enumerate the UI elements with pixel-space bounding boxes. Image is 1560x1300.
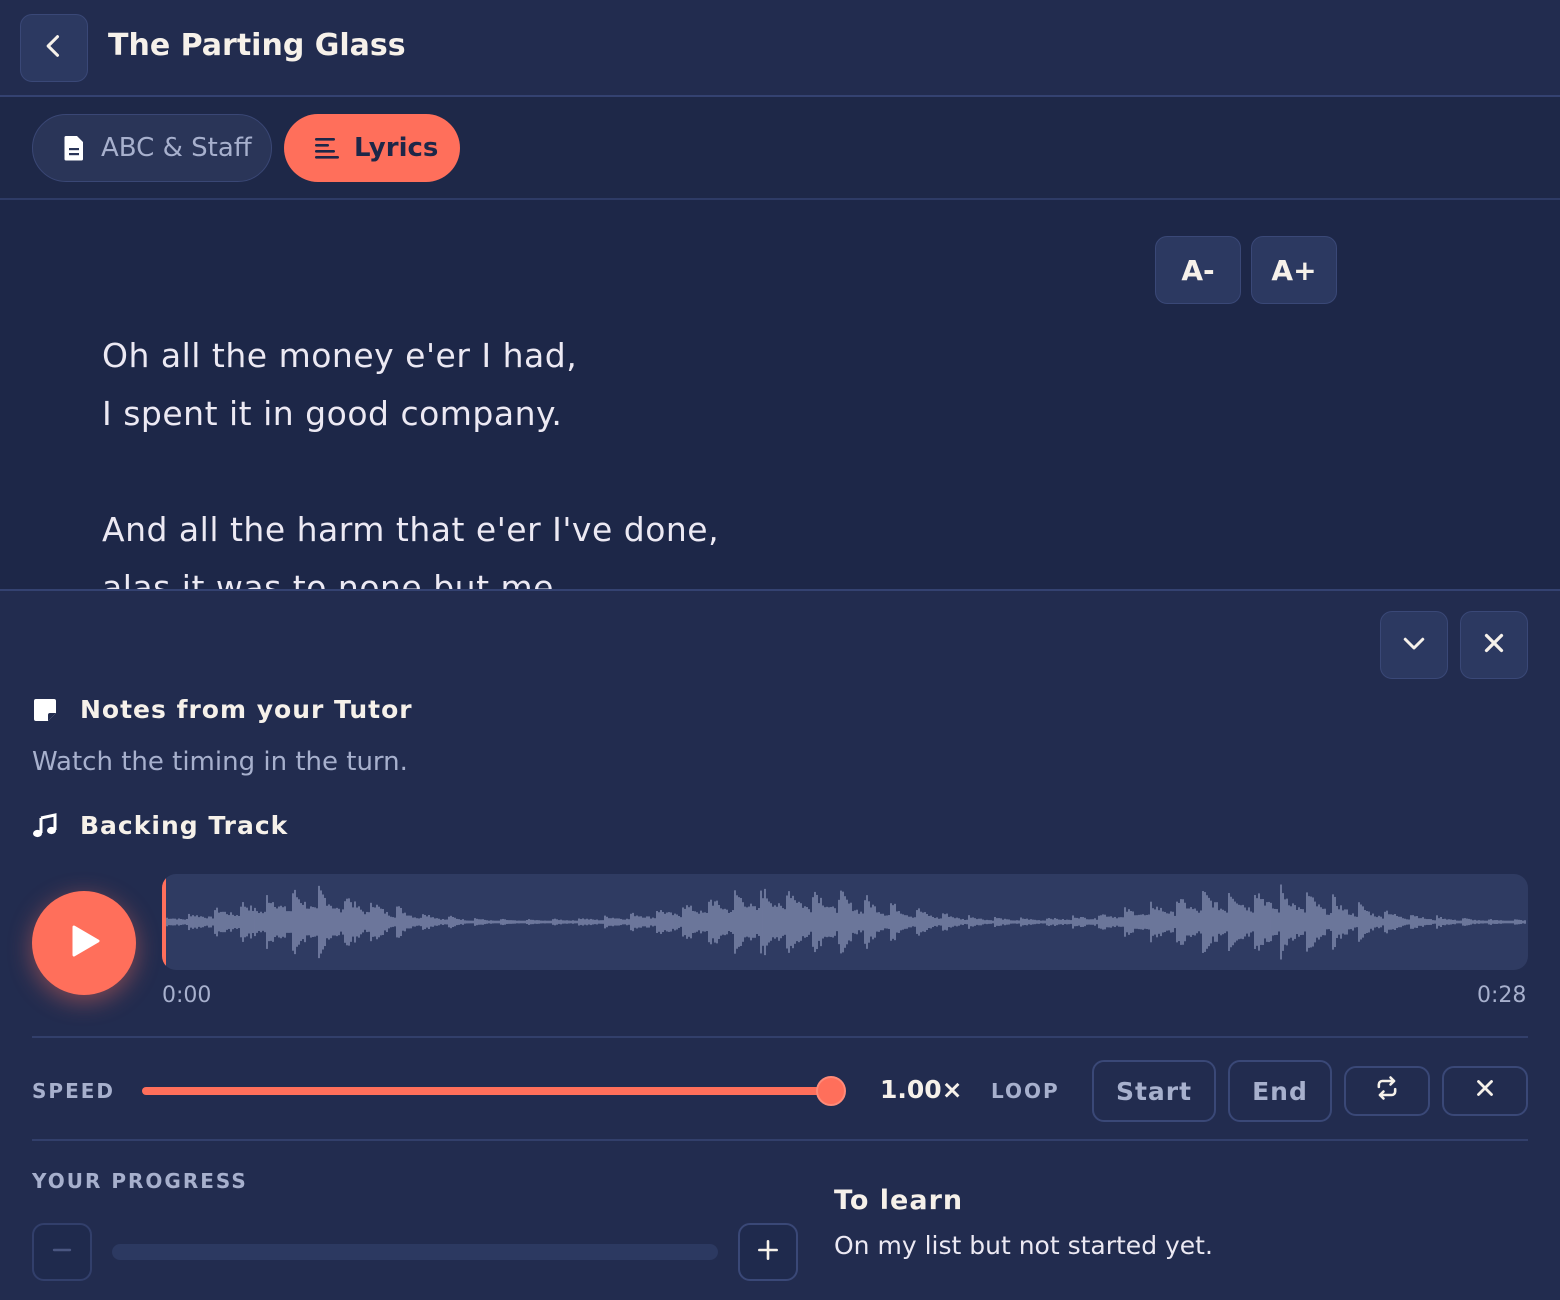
lyric-line: I spent it in good company. — [102, 394, 563, 433]
track-duration: 0:28 — [1477, 983, 1527, 1008]
font-decrease-button[interactable]: A- — [1155, 236, 1241, 304]
divider — [32, 1139, 1528, 1141]
chevron-left-icon — [40, 32, 68, 64]
progress-increase-button[interactable] — [738, 1223, 798, 1281]
lyric-line: And all the harm that e'er I've done, — [102, 510, 720, 549]
speed-slider-track[interactable] — [142, 1087, 832, 1095]
tutor-note-text: Watch the timing in the turn. — [32, 747, 408, 777]
backing-track-heading-label: Backing Track — [80, 811, 289, 840]
current-time: 0:00 — [162, 983, 212, 1008]
tab-lyrics-label: Lyrics — [354, 133, 439, 163]
lyric-line: Oh all the money e'er I had, — [102, 336, 578, 375]
close-panel-button[interactable] — [1460, 611, 1528, 679]
practice-panel: Notes from your Tutor Watch the timing i… — [0, 589, 1560, 1300]
collapse-panel-button[interactable] — [1380, 611, 1448, 679]
lines-icon — [314, 136, 340, 160]
lyrics-view[interactable]: A- A+ Oh all the money e'er I had, I spe… — [0, 200, 1560, 589]
tab-abc-staff[interactable]: ABC & Staff — [32, 114, 272, 182]
lyric-line: alas it was to none but me. — [102, 568, 565, 589]
sticky-note-icon — [32, 697, 64, 723]
progress-bar — [112, 1244, 718, 1260]
speed-slider-thumb[interactable] — [816, 1076, 846, 1106]
close-icon — [1472, 1075, 1498, 1107]
minus-icon — [50, 1238, 74, 1266]
chevron-down-icon — [1399, 628, 1429, 662]
document-icon — [63, 135, 85, 161]
loop-end-button[interactable]: End — [1228, 1060, 1332, 1122]
playhead[interactable] — [162, 874, 166, 970]
plus-icon — [755, 1237, 781, 1267]
app-header: The Parting Glass — [0, 0, 1560, 97]
close-icon — [1479, 628, 1509, 662]
progress-status-description: On my list but not started yet. — [834, 1231, 1213, 1260]
divider — [32, 1036, 1528, 1038]
play-icon — [64, 921, 104, 965]
repeat-icon — [1373, 1074, 1401, 1108]
speed-value: 1.00× — [880, 1075, 963, 1104]
notes-heading: Notes from your Tutor — [32, 695, 413, 724]
progress-label: YOUR PROGRESS — [32, 1169, 248, 1193]
back-button[interactable] — [20, 14, 88, 82]
loop-start-button[interactable]: Start — [1092, 1060, 1216, 1122]
tab-abc-staff-label: ABC & Staff — [101, 133, 252, 163]
font-increase-button[interactable]: A+ — [1251, 236, 1337, 304]
waveform-graphic — [162, 874, 1526, 970]
page-title: The Parting Glass — [108, 28, 406, 63]
speed-label: SPEED — [32, 1079, 115, 1103]
notes-heading-label: Notes from your Tutor — [80, 695, 413, 724]
waveform-scrubber[interactable] — [162, 874, 1528, 970]
loop-label: LOOP — [991, 1079, 1060, 1103]
view-tabs: ABC & Staff Lyrics — [0, 97, 1560, 200]
progress-status-title: To learn — [834, 1185, 964, 1216]
play-button[interactable] — [32, 891, 136, 995]
loop-toggle-button[interactable] — [1344, 1066, 1430, 1116]
music-note-icon — [32, 812, 64, 839]
progress-decrease-button[interactable] — [32, 1223, 92, 1281]
backing-track-heading: Backing Track — [32, 811, 288, 840]
loop-clear-button[interactable] — [1442, 1066, 1528, 1116]
tab-lyrics[interactable]: Lyrics — [284, 114, 460, 182]
